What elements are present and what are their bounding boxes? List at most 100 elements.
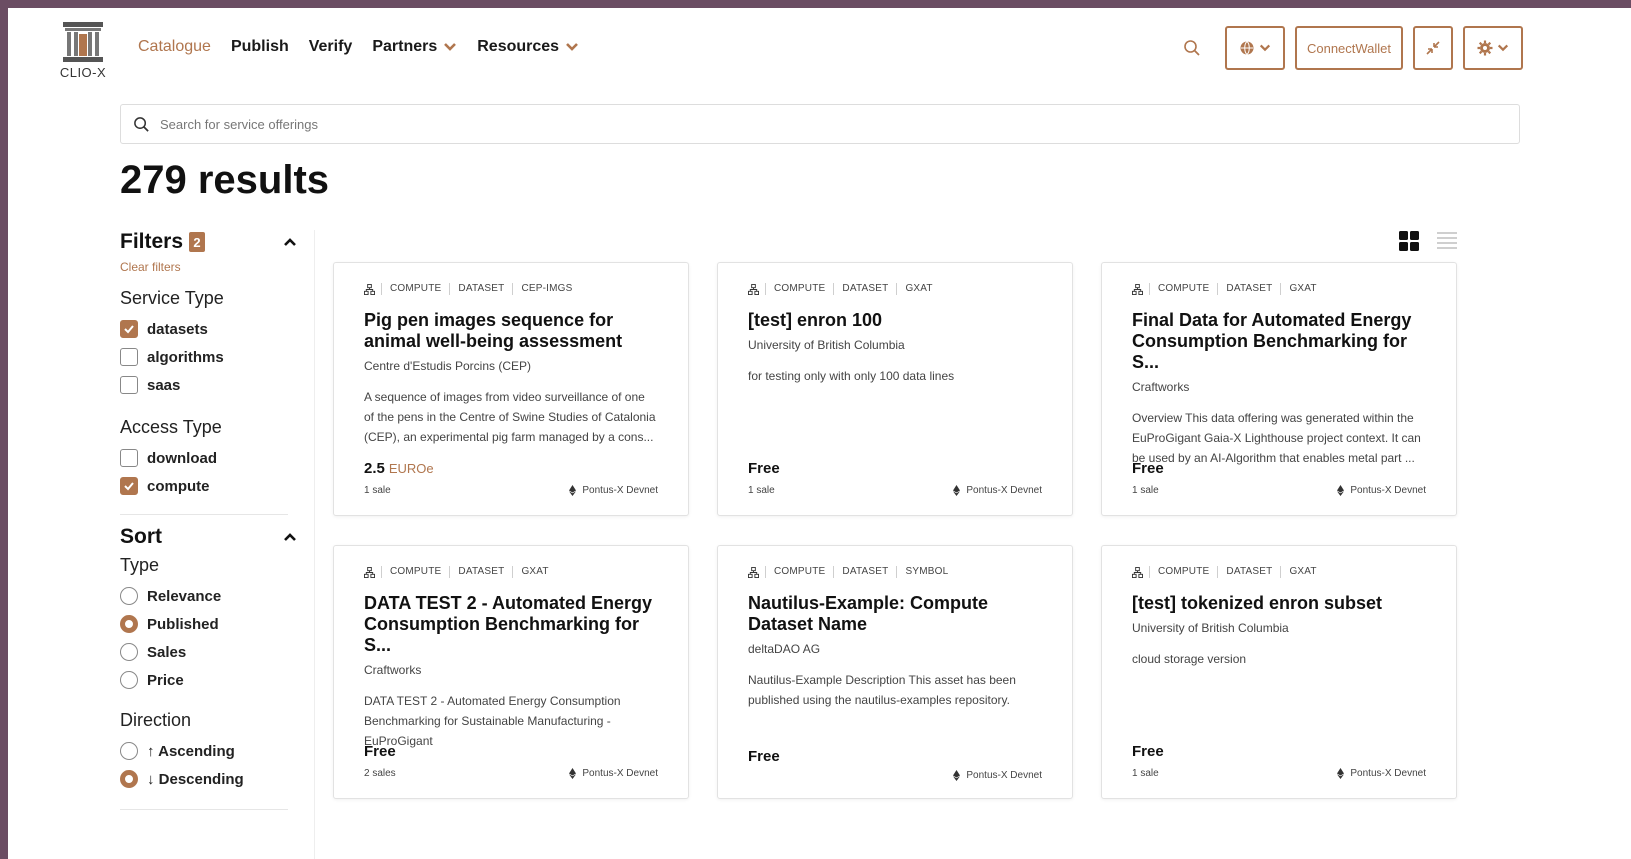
sort-collapse-button[interactable] (280, 527, 300, 547)
direction-title: Direction (120, 710, 192, 730)
card-tags: COMPUTE DATASET CEP-IMGS (364, 283, 658, 295)
card-sales: 1 sale (1132, 768, 1159, 779)
saas-checkbox[interactable] (120, 376, 138, 394)
clear-filters-link[interactable]: Clear filters (120, 260, 181, 274)
filter-option-algorithms[interactable]: algorithms (120, 343, 300, 371)
filter-option-saas[interactable]: saas (120, 371, 300, 399)
nav-publish[interactable]: Publish (231, 38, 289, 56)
card-title: Pig pen images sequence for animal well-… (364, 310, 623, 351)
sort-direction-descending[interactable]: ↓ Descending (120, 765, 300, 793)
compact-view-button[interactable] (1413, 26, 1453, 70)
card-tag: COMPUTE (381, 283, 449, 295)
nav-catalogue[interactable]: Catalogue (138, 38, 211, 56)
card-tag: DATASET (833, 566, 896, 578)
card-network-label: Pontus-X Devnet (1350, 768, 1426, 779)
card-description: A sequence of images from video surveill… (364, 390, 656, 444)
card-title: Nautilus-Example: Compute Dataset Name (748, 593, 989, 634)
card-tag: GXAT (896, 283, 940, 295)
compute-node-icon (364, 283, 375, 295)
compute-checkbox[interactable] (120, 477, 138, 495)
card-publisher: Craftworks (1132, 380, 1190, 394)
card-tags: COMPUTE DATASET GXAT (1132, 283, 1426, 295)
relevance-label: Relevance (147, 587, 222, 605)
card-publisher: University of British Columbia (748, 338, 905, 352)
sort-option-relevance[interactable]: Relevance (120, 582, 300, 610)
relevance-radio[interactable] (120, 587, 138, 605)
card-tag: COMPUTE (1149, 566, 1217, 578)
chevron-up-icon (284, 533, 296, 541)
network-selector-button[interactable] (1225, 26, 1285, 70)
ethereum-icon (953, 770, 961, 781)
sort-type-title: Type (120, 555, 160, 575)
card-price-unit: EUROe (388, 461, 434, 476)
saas-label: saas (147, 376, 181, 394)
search-icon[interactable] (1177, 33, 1207, 63)
asset-card[interactable]: COMPUTE DATASET GXAT [test] tokenized en… (1101, 545, 1457, 799)
card-network-label: Pontus-X Devnet (966, 485, 1042, 496)
card-network: Pontus-X Devnet (953, 770, 1042, 781)
settings-button[interactable] (1463, 26, 1523, 70)
card-tag: CEP-IMGS (512, 283, 580, 295)
asset-card[interactable]: COMPUTE DATASET GXAT Final Data for Auto… (1101, 262, 1457, 516)
filter-option-compute[interactable]: compute (120, 472, 300, 500)
grid-view-icon[interactable] (1398, 230, 1420, 252)
sort-option-published[interactable]: Published (120, 610, 300, 638)
filters-title: Filters 2 (120, 230, 206, 254)
nav-catalogue-label: Catalogue (138, 38, 211, 55)
asset-card[interactable]: COMPUTE DATASET GXAT DATA TEST 2 - Autom… (333, 545, 689, 799)
chevron-down-icon (1259, 44, 1271, 52)
asset-card[interactable]: COMPUTE DATASET GXAT [test] enron 100 Un… (717, 262, 1073, 516)
card-description: for testing only with only 100 data line… (748, 369, 955, 383)
sort-option-price[interactable]: Price (120, 666, 300, 694)
card-publisher: Craftworks (364, 663, 422, 677)
top-header: CLIO-X Catalogue Publish Verify Partners… (8, 8, 1631, 92)
algorithms-checkbox[interactable] (120, 348, 138, 366)
card-price: Free (364, 743, 396, 760)
card-tags: COMPUTE DATASET GXAT (748, 283, 1042, 295)
card-tag: SYMBOL (896, 566, 956, 578)
compute-node-icon (1132, 566, 1143, 578)
filters-collapse-button[interactable] (280, 232, 300, 252)
card-tags: COMPUTE DATASET SYMBOL (748, 566, 1042, 578)
view-toggle (1398, 230, 1458, 252)
card-network-label: Pontus-X Devnet (582, 485, 658, 496)
card-tag: COMPUTE (381, 566, 449, 578)
published-label: Published (147, 615, 219, 633)
connect-wallet-button[interactable]: ConnectWallet (1295, 26, 1403, 70)
nav-partners[interactable]: Partners (372, 38, 457, 56)
ethereum-icon (1337, 485, 1345, 496)
service-type-title: Service Type (120, 288, 224, 308)
sort-option-sales[interactable]: Sales (120, 638, 300, 666)
asset-card[interactable]: COMPUTE DATASET CEP-IMGS Pig pen images … (333, 262, 689, 516)
descending-radio[interactable] (120, 770, 138, 788)
sort-direction-ascending[interactable]: ↑ Ascending (120, 737, 300, 765)
card-price-value: Free (1132, 460, 1164, 477)
filter-option-download[interactable]: download (120, 444, 300, 472)
brand-logo[interactable]: CLIO-X (53, 20, 113, 80)
nav-verify[interactable]: Verify (309, 38, 353, 56)
sales-radio[interactable] (120, 643, 138, 661)
sales-label: Sales (147, 643, 187, 661)
list-view-icon[interactable] (1436, 230, 1458, 252)
card-description: cloud storage version (1132, 652, 1247, 666)
download-checkbox[interactable] (120, 449, 138, 467)
compute-node-icon (364, 566, 375, 578)
check-icon (124, 482, 134, 491)
card-description: DATA TEST 2 - Automated Energy Consumpti… (364, 694, 621, 748)
nav-resources[interactable]: Resources (477, 38, 579, 56)
card-description: Nautilus-Example Description This asset … (748, 673, 1016, 707)
search-input[interactable] (160, 116, 1460, 132)
compute-node-icon (748, 283, 759, 295)
ascending-radio[interactable] (120, 742, 138, 760)
card-network: Pontus-X Devnet (1337, 485, 1426, 496)
card-price: Free (1132, 460, 1164, 477)
filter-option-datasets[interactable]: datasets (120, 315, 300, 343)
published-radio[interactable] (120, 615, 138, 633)
check-icon (124, 325, 134, 334)
filters-count-badge: 2 (189, 232, 206, 252)
card-publisher: University of British Columbia (1132, 621, 1289, 635)
price-radio[interactable] (120, 671, 138, 689)
connect-wallet-label: ConnectWallet (1306, 40, 1392, 56)
datasets-checkbox[interactable] (120, 320, 138, 338)
asset-card[interactable]: COMPUTE DATASET SYMBOL Nautilus-Example:… (717, 545, 1073, 799)
